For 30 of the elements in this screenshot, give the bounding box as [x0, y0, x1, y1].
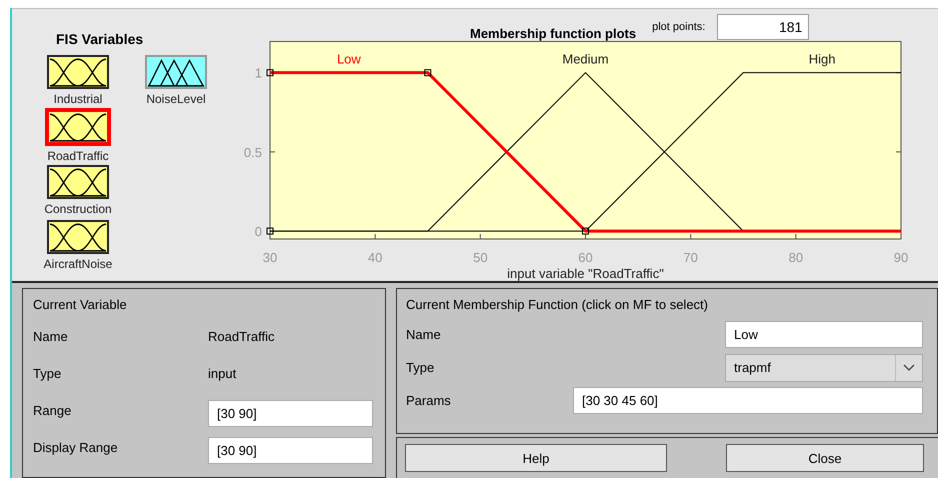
- y-tick-label: 0: [254, 224, 262, 240]
- field-label: Type: [406, 360, 434, 375]
- chart-title: Membership function plots: [470, 26, 636, 41]
- field-label: Name: [406, 327, 441, 342]
- plot-points-label: plot points:: [652, 21, 706, 33]
- field-label: Params: [406, 393, 451, 408]
- field-label: Display Range: [33, 440, 119, 455]
- panel-title: Current Variable: [33, 297, 128, 312]
- field-label: Type: [33, 366, 62, 381]
- x-axis-label: input variable "RoadTraffic": [507, 266, 664, 281]
- field-label: Name: [33, 329, 69, 344]
- panel-title: FIS Variables: [56, 31, 144, 47]
- field-value: RoadTraffic: [208, 329, 274, 344]
- x-tick-label: 80: [788, 250, 804, 265]
- x-tick-label: 40: [368, 250, 382, 265]
- variable-label: RoadTraffic: [47, 149, 109, 163]
- x-tick-label: 30: [262, 250, 278, 265]
- x-tick-label: 90: [894, 250, 908, 265]
- field-label: Range: [33, 403, 72, 418]
- variable-label: Construction: [44, 202, 112, 216]
- variable-label: NoiseLevel: [146, 92, 206, 106]
- x-tick-label: 50: [473, 250, 488, 265]
- x-tick-label: 60: [578, 250, 593, 265]
- field-value: input: [208, 366, 236, 381]
- panel-title: Current Membership Function (click on MF to select): [406, 297, 709, 312]
- x-tick-label: 70: [683, 250, 698, 265]
- y-tick-label: 1: [254, 66, 262, 81]
- variable-label: Industrial: [54, 92, 102, 106]
- variable-label: AircraftNoise: [44, 257, 112, 271]
- y-tick-label: 0.5: [244, 144, 262, 160]
